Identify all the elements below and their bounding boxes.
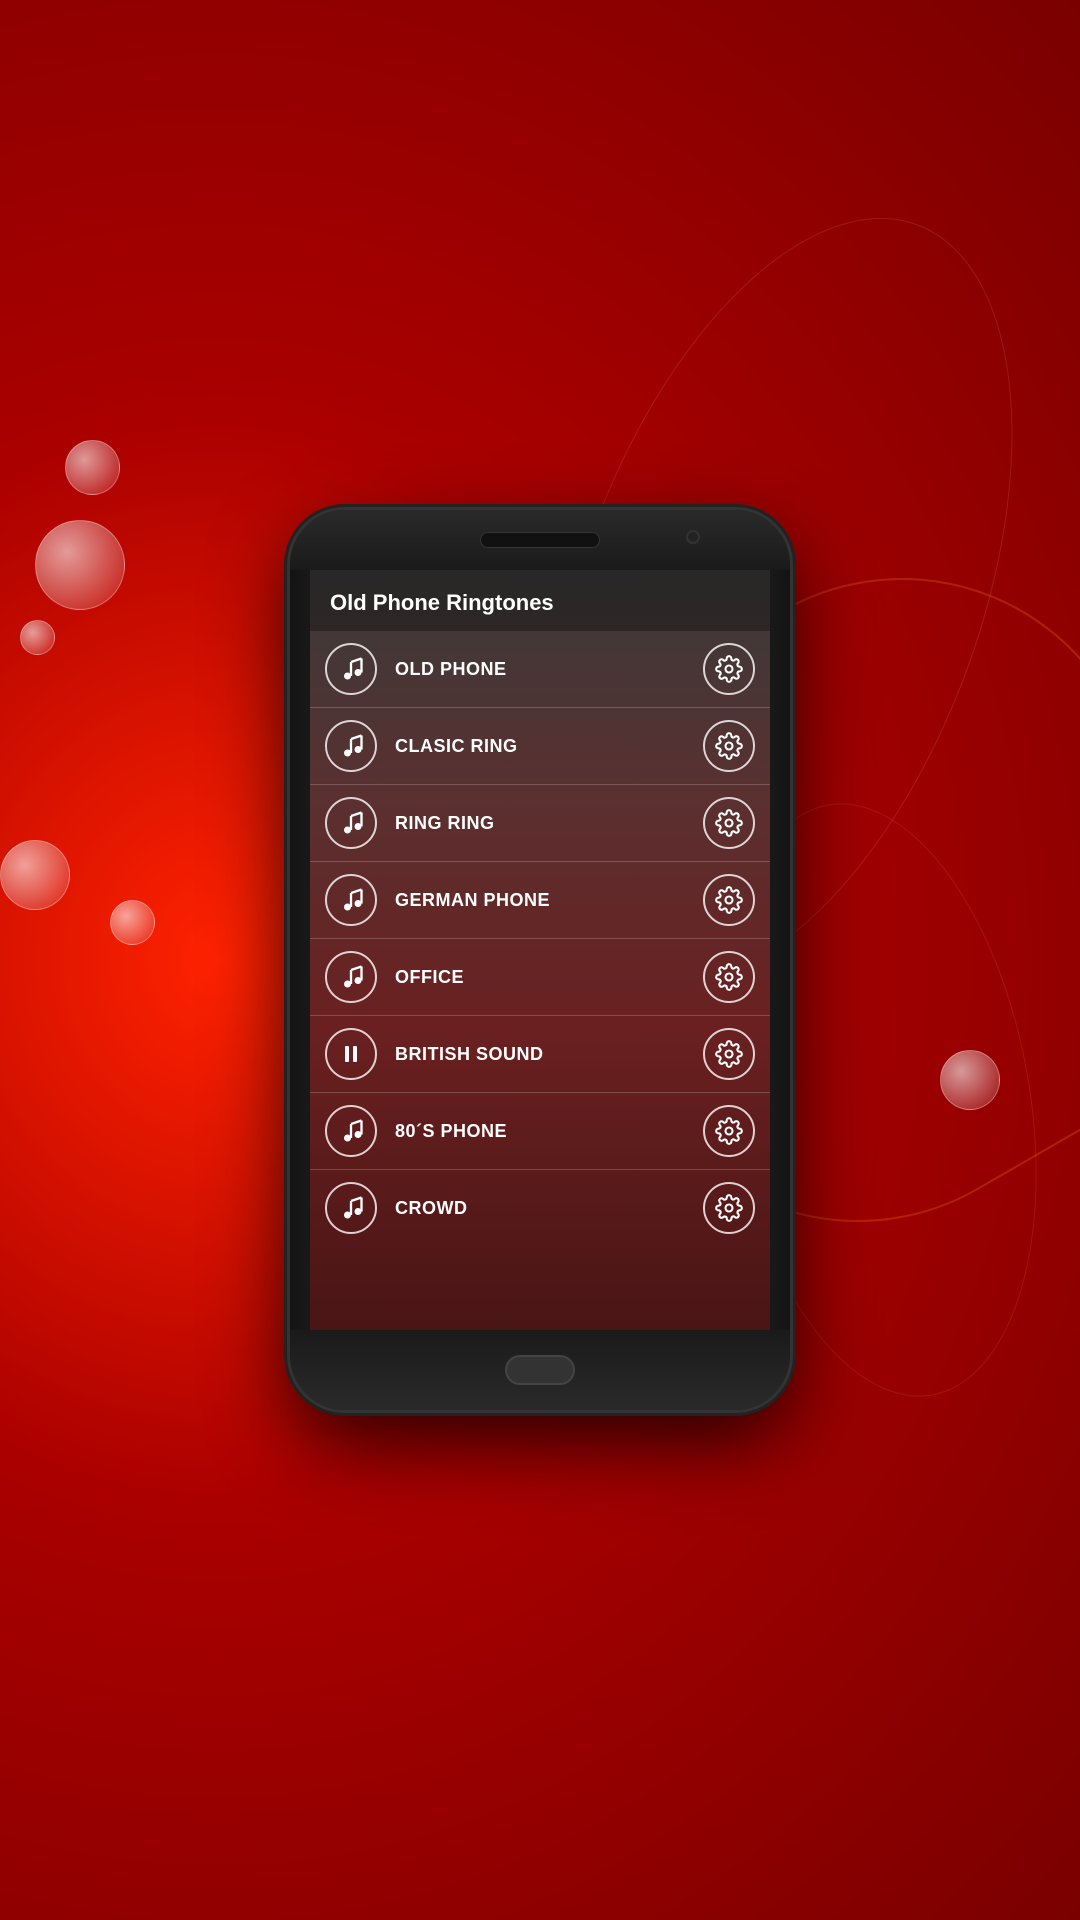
ringtone-item-german-phone[interactable]: GERMAN PHONE	[310, 862, 770, 939]
settings-icon-british-sound[interactable]	[703, 1028, 755, 1080]
phone-device: Old Phone Ringtones OLD PHONE	[290, 510, 790, 1410]
play-icon-crowd[interactable]	[325, 1182, 377, 1234]
play-icon-80s-phone[interactable]	[325, 1105, 377, 1157]
play-icon-german-phone[interactable]	[325, 874, 377, 926]
screen-header: Old Phone Ringtones	[310, 570, 770, 631]
ringtone-item-clasic-ring[interactable]: CLASIC RING	[310, 708, 770, 785]
play-icon-old-phone[interactable]	[325, 643, 377, 695]
ringtone-name-crowd: CROWD	[395, 1198, 703, 1219]
bubble-1	[35, 520, 125, 610]
settings-icon-old-phone[interactable]	[703, 643, 755, 695]
ringtone-name-old-phone: OLD PHONE	[395, 659, 703, 680]
ringtone-name-ring-ring: RING RING	[395, 813, 703, 834]
ringtone-item-old-phone[interactable]: OLD PHONE	[310, 631, 770, 708]
play-icon-ring-ring[interactable]	[325, 797, 377, 849]
ringtone-item-80s-phone[interactable]: 80´S PHONE	[310, 1093, 770, 1170]
ringtone-item-ring-ring[interactable]: RING RING	[310, 785, 770, 862]
play-icon-clasic-ring[interactable]	[325, 720, 377, 772]
phone-screen: Old Phone Ringtones OLD PHONE	[310, 570, 770, 1330]
bubble-6	[940, 1050, 1000, 1110]
ringtone-item-crowd[interactable]: CROWD	[310, 1170, 770, 1246]
bubble-5	[110, 900, 155, 945]
phone-top-bar	[290, 510, 790, 570]
bubble-3	[20, 620, 55, 655]
play-icon-office[interactable]	[325, 951, 377, 1003]
ringtone-item-british-sound[interactable]: BRITISH SOUND	[310, 1016, 770, 1093]
front-camera	[686, 530, 700, 544]
bubble-4	[0, 840, 70, 910]
bubble-2	[65, 440, 120, 495]
ringtone-name-clasic-ring: CLASIC RING	[395, 736, 703, 757]
ringtone-name-80s-phone: 80´S PHONE	[395, 1121, 703, 1142]
settings-icon-clasic-ring[interactable]	[703, 720, 755, 772]
settings-icon-crowd[interactable]	[703, 1182, 755, 1234]
pause-icon-british-sound[interactable]	[325, 1028, 377, 1080]
settings-icon-ring-ring[interactable]	[703, 797, 755, 849]
ringtone-name-office: OFFICE	[395, 967, 703, 988]
home-button[interactable]	[505, 1355, 575, 1385]
ringtone-item-office[interactable]: OFFICE	[310, 939, 770, 1016]
app-title: Old Phone Ringtones	[330, 590, 554, 615]
settings-icon-80s-phone[interactable]	[703, 1105, 755, 1157]
ringtone-name-german-phone: GERMAN PHONE	[395, 890, 703, 911]
speaker-grille	[480, 532, 600, 548]
ringtone-name-british-sound: BRITISH SOUND	[395, 1044, 703, 1065]
settings-icon-german-phone[interactable]	[703, 874, 755, 926]
ringtone-list: OLD PHONE	[310, 631, 770, 1246]
phone-bottom-bar	[290, 1330, 790, 1410]
settings-icon-office[interactable]	[703, 951, 755, 1003]
